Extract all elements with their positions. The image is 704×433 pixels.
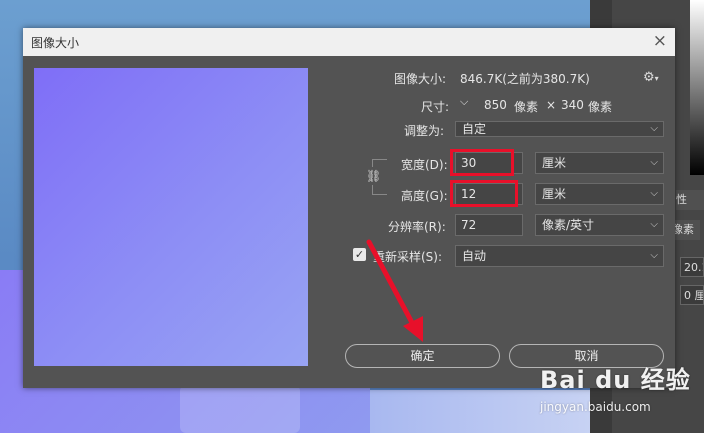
fit-to-select[interactable]: 自定 ⌵ [455, 121, 664, 137]
dimensions-width-value: 850 [484, 98, 507, 112]
dimensions-height-value: 340 [561, 98, 584, 112]
dimensions-label: 尺寸: [421, 100, 450, 114]
chevron-down-icon: ⌵ [650, 123, 658, 134]
width-highlight-box [450, 149, 514, 176]
chevron-down-icon: ⌵ [650, 219, 658, 230]
dimensions-unit-2: 像素 [588, 100, 613, 114]
image-size-value: 846.7K(之前为380.7K) [460, 72, 590, 86]
panel-unit-label: 像素 [672, 220, 700, 240]
baidu-url: jingyan.baidu.com [540, 400, 651, 414]
chevron-down-icon: ⌵ [650, 188, 658, 199]
panel-value-field-1[interactable]: 20.1 [680, 257, 704, 277]
dialog-title: 图像大小 [31, 36, 80, 50]
width-unit-select[interactable]: 厘米 ⌵ [535, 152, 664, 174]
canvas-decoration [180, 385, 300, 433]
resolution-unit-select[interactable]: 像素/英寸 ⌵ [535, 214, 664, 236]
resample-select[interactable]: 自动 ⌵ [455, 245, 664, 267]
height-unit-select[interactable]: 厘米 ⌵ [535, 183, 664, 205]
panel-value-field-2[interactable]: 0 厘 [680, 285, 704, 305]
chevron-down-icon: ⌵ [650, 157, 658, 168]
dimensions-separator: × [546, 98, 557, 112]
height-highlight-box [450, 180, 518, 207]
fit-to-label: 调整为: [404, 124, 445, 138]
panel-tab-properties[interactable]: 性 [676, 190, 704, 210]
baidu-logo: Bai du 经验 [540, 366, 691, 394]
baidu-watermark: Bai du 经验 jingyan.baidu.com [540, 360, 691, 414]
dimensions-unit-1: 像素 [514, 100, 539, 114]
chevron-down-icon: ⌵ [650, 250, 658, 261]
red-arrow-annotation [366, 239, 423, 342]
dialog-titlebar[interactable]: 图像大小 × [23, 28, 675, 56]
gear-icon[interactable]: ⚙▾ [643, 70, 659, 85]
image-size-dialog: 图像大小 × 图像大小: 846.7K(之前为380.7K) ⚙▾ 尺寸: ⌵ … [23, 28, 675, 388]
width-label: 宽度(D): [401, 158, 448, 172]
dimensions-dropdown-icon[interactable]: ⌵ [460, 95, 468, 109]
close-icon[interactable]: × [653, 31, 667, 51]
image-preview[interactable] [34, 68, 308, 366]
resolution-label: 分辨率(R): [388, 220, 446, 234]
color-gradient-swatch[interactable] [690, 0, 704, 175]
height-label: 高度(G): [401, 189, 448, 203]
chain-link-icon[interactable]: ⛓ [366, 167, 381, 185]
image-size-label: 图像大小: [394, 72, 447, 86]
resolution-input[interactable]: 72 [455, 214, 523, 236]
